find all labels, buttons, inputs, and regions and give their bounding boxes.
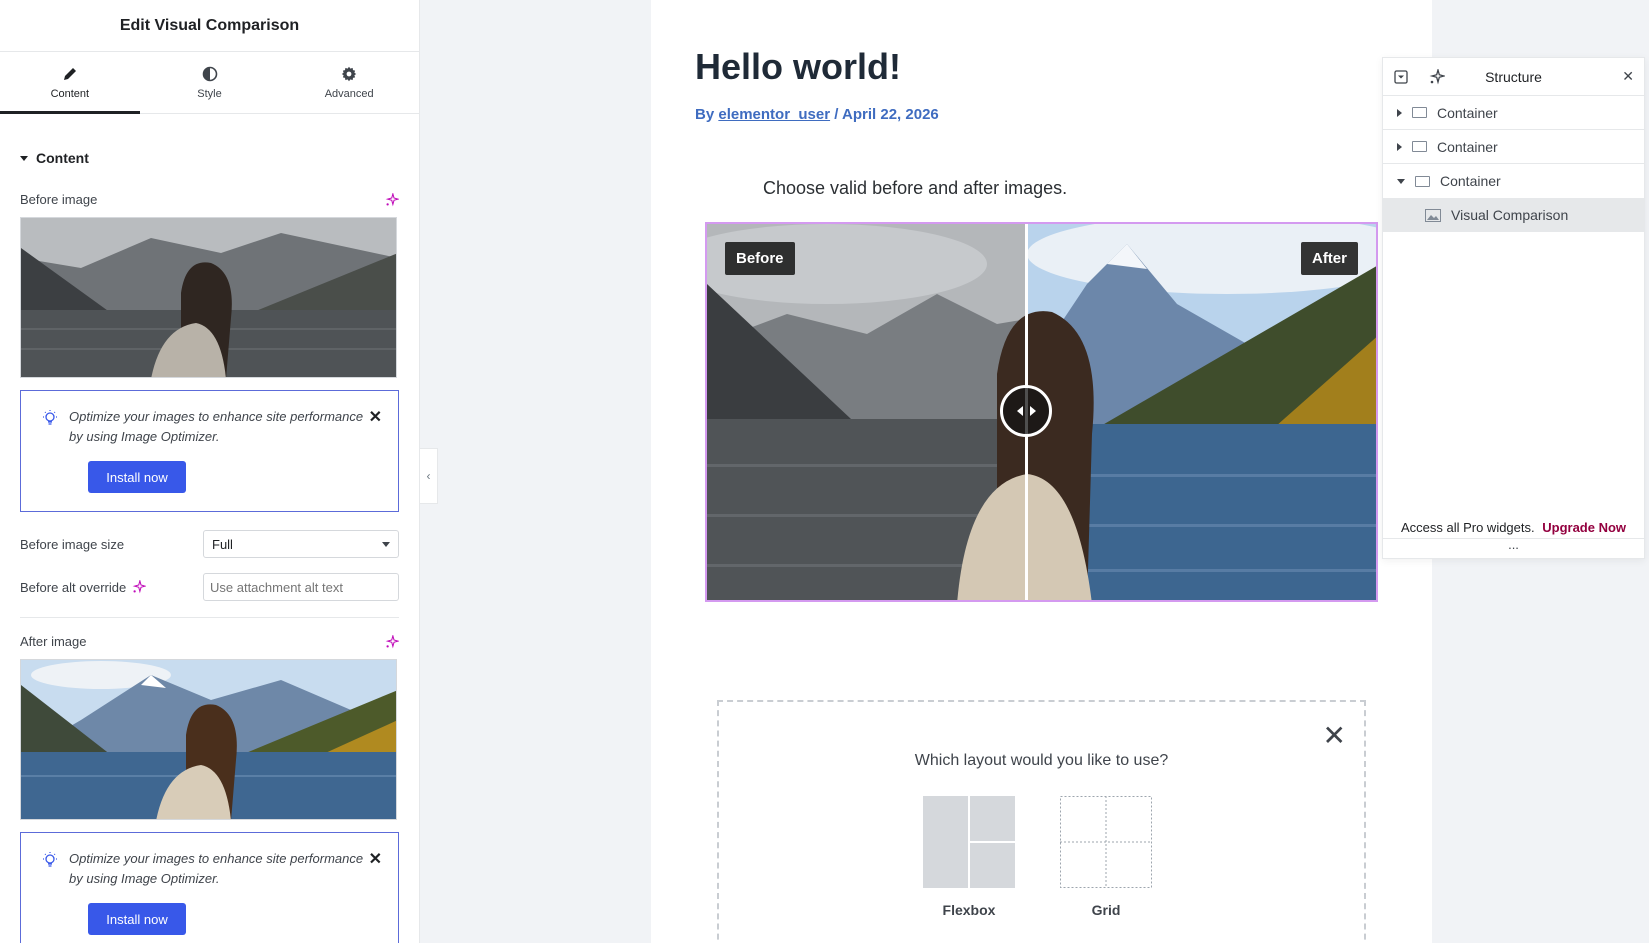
- flexbox-label: Flexbox: [942, 902, 996, 918]
- install-now-button[interactable]: Install now: [88, 903, 186, 935]
- close-icon[interactable]: ✕: [369, 849, 382, 869]
- divider: [20, 617, 399, 618]
- structure-item-visual-comparison[interactable]: Visual Comparison: [1383, 198, 1644, 232]
- ai-sparkle-icon[interactable]: [1429, 68, 1445, 85]
- content-section-toggle[interactable]: Content: [20, 150, 399, 166]
- close-icon[interactable]: ✕: [1622, 68, 1634, 85]
- gear-icon: [341, 66, 357, 81]
- before-alt-input[interactable]: [203, 573, 399, 601]
- author-link[interactable]: elementor_user: [718, 106, 830, 123]
- visual-comparison-widget[interactable]: Before After: [705, 222, 1378, 602]
- pencil-icon: [63, 67, 76, 80]
- tab-advanced[interactable]: Advanced: [279, 52, 419, 113]
- layout-option-grid[interactable]: Grid: [1060, 796, 1152, 918]
- structure-selected-label: Visual Comparison: [1451, 207, 1569, 223]
- close-icon[interactable]: ✕: [1323, 722, 1346, 750]
- editor-panel: Edit Visual Comparison Content Style Adv…: [0, 0, 420, 943]
- after-image-row: After image: [20, 634, 399, 649]
- page-canvas: Hello world! By elementor_user / April 2…: [651, 0, 1432, 943]
- pro-text: Access all Pro widgets.: [1400, 520, 1535, 535]
- before-image-size-control: Before image size Full: [20, 530, 399, 558]
- before-image-size-label: Before image size: [20, 536, 125, 552]
- collapse-all-icon[interactable]: [1393, 69, 1409, 85]
- install-now-button[interactable]: Install now: [88, 461, 186, 493]
- layout-picker: ✕ Which layout would you like to use? Fl…: [717, 700, 1366, 943]
- panel-tabs: Content Style Advanced: [0, 52, 419, 114]
- image-optimizer-notice: Optimize your images to enhance site per…: [20, 832, 399, 943]
- before-alt-control: Before alt override: [20, 573, 399, 601]
- close-icon[interactable]: ✕: [369, 407, 382, 427]
- layout-option-flexbox[interactable]: Flexbox: [923, 796, 1015, 918]
- section-title: Content: [36, 150, 89, 166]
- caret-right-icon: [1397, 142, 1402, 151]
- upgrade-now-link[interactable]: Upgrade Now: [1542, 520, 1626, 535]
- tab-style[interactable]: Style: [140, 52, 280, 113]
- post-title: Hello world!: [695, 46, 901, 87]
- structure-item-label: Container: [1437, 104, 1498, 121]
- caret-down-icon: [1397, 178, 1405, 184]
- layout-question: Which layout would you like to use?: [914, 752, 1169, 769]
- before-label: Before: [725, 242, 795, 275]
- image-icon: [1425, 208, 1441, 222]
- caret-right-icon: [1397, 108, 1402, 117]
- structure-item-label: Container: [1437, 138, 1498, 155]
- after-image-label: After image: [20, 634, 87, 649]
- grid-layout-icon: [1060, 796, 1152, 888]
- chevron-down-icon: [382, 541, 390, 547]
- post-meta: By elementor_user / April 22, 2026: [695, 106, 939, 123]
- after-image-preview[interactable]: [20, 659, 397, 820]
- structure-item-container[interactable]: Container: [1383, 164, 1644, 198]
- ai-sparkle-icon[interactable]: [385, 192, 399, 207]
- before-image-row: Before image: [20, 192, 399, 207]
- container-icon: [1412, 107, 1427, 118]
- arrow-left-icon: [1016, 406, 1023, 416]
- before-image-preview[interactable]: [20, 217, 397, 378]
- ai-sparkle-icon[interactable]: [385, 634, 399, 649]
- before-image-size-value: Full: [212, 536, 233, 552]
- chevron-left-icon: ‹: [426, 469, 431, 483]
- before-alt-label: Before alt override: [20, 579, 127, 595]
- lightbulb-icon: [43, 852, 57, 867]
- half-circle-icon: [202, 66, 217, 81]
- before-image-size-select[interactable]: Full: [203, 530, 399, 558]
- caret-down-icon: [20, 155, 28, 161]
- comparison-drag-handle[interactable]: [1000, 385, 1052, 437]
- flexbox-layout-icon: [923, 796, 1015, 888]
- structure-item-label: Container: [1440, 173, 1501, 189]
- structure-title: Structure: [1485, 68, 1542, 85]
- tab-content-label: Content: [50, 87, 90, 100]
- tab-content[interactable]: Content: [0, 52, 140, 114]
- structure-panel: Structure ✕ Container Container Containe…: [1382, 57, 1645, 559]
- before-image-label: Before image: [20, 192, 98, 207]
- ai-sparkle-icon[interactable]: [132, 580, 147, 594]
- tab-advanced-label: Advanced: [324, 87, 374, 100]
- container-icon: [1412, 141, 1427, 152]
- before-image-thumbnail: [21, 218, 396, 377]
- structure-item-container[interactable]: Container: [1383, 96, 1644, 130]
- structure-resize-handle[interactable]: ...: [1383, 538, 1644, 558]
- lightbulb-icon: [43, 410, 57, 425]
- image-optimizer-notice: Optimize your images to enhance site per…: [20, 390, 399, 512]
- arrow-right-icon: [1029, 406, 1036, 416]
- panel-title: Edit Visual Comparison: [0, 0, 419, 52]
- after-image-thumbnail: [21, 660, 396, 819]
- structure-item-container[interactable]: Container: [1383, 130, 1644, 164]
- grid-label: Grid: [1091, 902, 1121, 918]
- collapse-panel-button[interactable]: ‹: [420, 448, 438, 504]
- pro-upsell: Access all Pro widgets. Upgrade Now: [1383, 520, 1644, 535]
- meta-by: By: [695, 106, 715, 123]
- notice-text: Optimize your images to enhance site per…: [69, 409, 364, 444]
- post-date: / April 22, 2026: [834, 106, 939, 123]
- choose-images-message: Choose valid before and after images.: [763, 178, 1068, 198]
- tab-style-label: Style: [197, 87, 222, 100]
- notice-text: Optimize your images to enhance site per…: [69, 851, 364, 886]
- after-label: After: [1300, 242, 1358, 275]
- container-icon: [1415, 175, 1430, 187]
